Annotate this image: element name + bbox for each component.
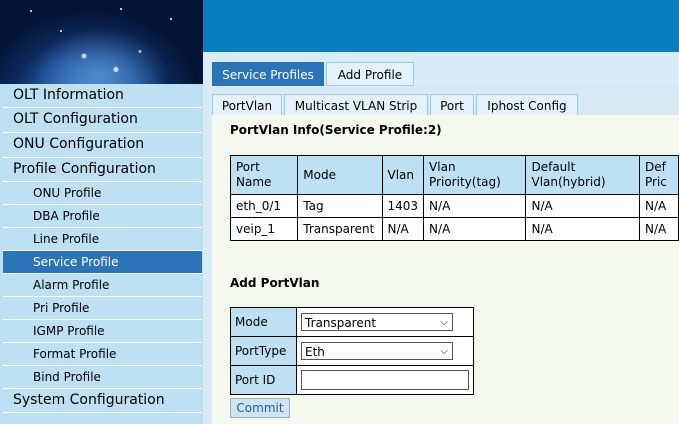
- porttype-label: PortType: [230, 336, 297, 366]
- col-mode: Mode: [297, 155, 383, 195]
- portvlan-info-table: Port Name Mode Vlan Vlan Priority(tag) Def…: [229, 155, 679, 241]
- banner-globe-image: [0, 0, 203, 84]
- mode-select[interactable]: Transparent ⌵: [301, 313, 453, 331]
- cell: eth_0/1: [229, 194, 299, 218]
- sidebar-item-profile-configuration[interactable]: Profile Configuration: [3, 158, 202, 182]
- col-vlan: Vlan: [381, 155, 425, 195]
- sidebar-item-olt-information[interactable]: OLT Information: [3, 84, 202, 108]
- porttype-select[interactable]: Eth ⌵: [301, 342, 453, 360]
- cell: Transparent: [297, 217, 383, 241]
- sidebar-item-olt-configuration[interactable]: OLT Configuration: [3, 108, 202, 133]
- chevron-down-icon: ⌵: [440, 317, 448, 328]
- tab-add-profile[interactable]: Add Profile: [326, 62, 414, 86]
- banner-bar: [203, 0, 679, 52]
- cell: veip_1: [229, 217, 299, 241]
- col-vlan-priority: Vlan Priority(tag): [423, 155, 527, 195]
- cell: 1403: [381, 194, 425, 218]
- commit-button[interactable]: Commit: [230, 398, 290, 418]
- mode-select-value: Transparent: [305, 316, 377, 330]
- add-portvlan-title: Add PortVlan: [230, 276, 320, 290]
- cell: N/A: [525, 217, 640, 241]
- sidebar-item-line-profile[interactable]: Line Profile: [3, 228, 202, 251]
- col-default-vlan: Default Vlan(hybrid): [525, 155, 640, 195]
- tab-multicast-vlan-strip[interactable]: Multicast VLAN Strip: [284, 94, 428, 116]
- sidebar-item-onu-profile[interactable]: ONU Profile: [3, 182, 202, 205]
- table-header-row: Port Name Mode Vlan Vlan Priority(tag) Def…: [229, 155, 679, 195]
- portid-input[interactable]: [301, 370, 469, 390]
- cell: N/A: [423, 194, 527, 218]
- portvlan-info-title: PortVlan Info(Service Profile:2): [230, 123, 442, 137]
- tab-portvlan[interactable]: PortVlan: [212, 94, 282, 116]
- mode-label: Mode: [230, 307, 297, 337]
- cell: N/A: [639, 194, 679, 218]
- sidebar-item-pri-profile[interactable]: Pri Profile: [3, 297, 202, 320]
- sidebar-item-alarm-profile[interactable]: Alarm Profile: [3, 274, 202, 297]
- col-port-name: Port Name: [229, 155, 299, 195]
- sidebar-item-onu-configuration[interactable]: ONU Configuration: [3, 133, 202, 158]
- sidebar-item-service-profile[interactable]: Service Profile: [3, 251, 202, 274]
- cell: N/A: [639, 217, 679, 241]
- tab-service-profiles[interactable]: Service Profiles: [212, 62, 324, 86]
- cell: N/A: [381, 217, 425, 241]
- cell: N/A: [525, 194, 640, 218]
- sidebar-item-format-profile[interactable]: Format Profile: [3, 343, 202, 366]
- tab-port[interactable]: Port: [430, 94, 474, 116]
- sidebar-item-dba-profile[interactable]: DBA Profile: [3, 205, 202, 228]
- col-default-priority: Def Pric: [639, 155, 679, 195]
- add-portvlan-form: Mode Transparent ⌵ PortType Eth ⌵ Port I…: [230, 307, 474, 395]
- tab-iphost-config[interactable]: Iphost Config: [476, 94, 578, 116]
- sidebar-item-system-configuration[interactable]: System Configuration: [3, 389, 202, 413]
- table-row: veip_1 Transparent N/A N/A N/A N/A: [229, 217, 679, 241]
- cell: Tag: [297, 194, 383, 218]
- cell: N/A: [423, 217, 527, 241]
- table-row: eth_0/1 Tag 1403 N/A N/A N/A: [229, 194, 679, 218]
- chevron-down-icon: ⌵: [440, 346, 448, 357]
- porttype-select-value: Eth: [305, 345, 325, 359]
- portid-label: Port ID: [230, 365, 297, 395]
- sidebar-item-bind-profile[interactable]: Bind Profile: [3, 366, 202, 389]
- sidebar: OLT Information OLT Configuration ONU Co…: [0, 84, 203, 424]
- sidebar-item-igmp-profile[interactable]: IGMP Profile: [3, 320, 202, 343]
